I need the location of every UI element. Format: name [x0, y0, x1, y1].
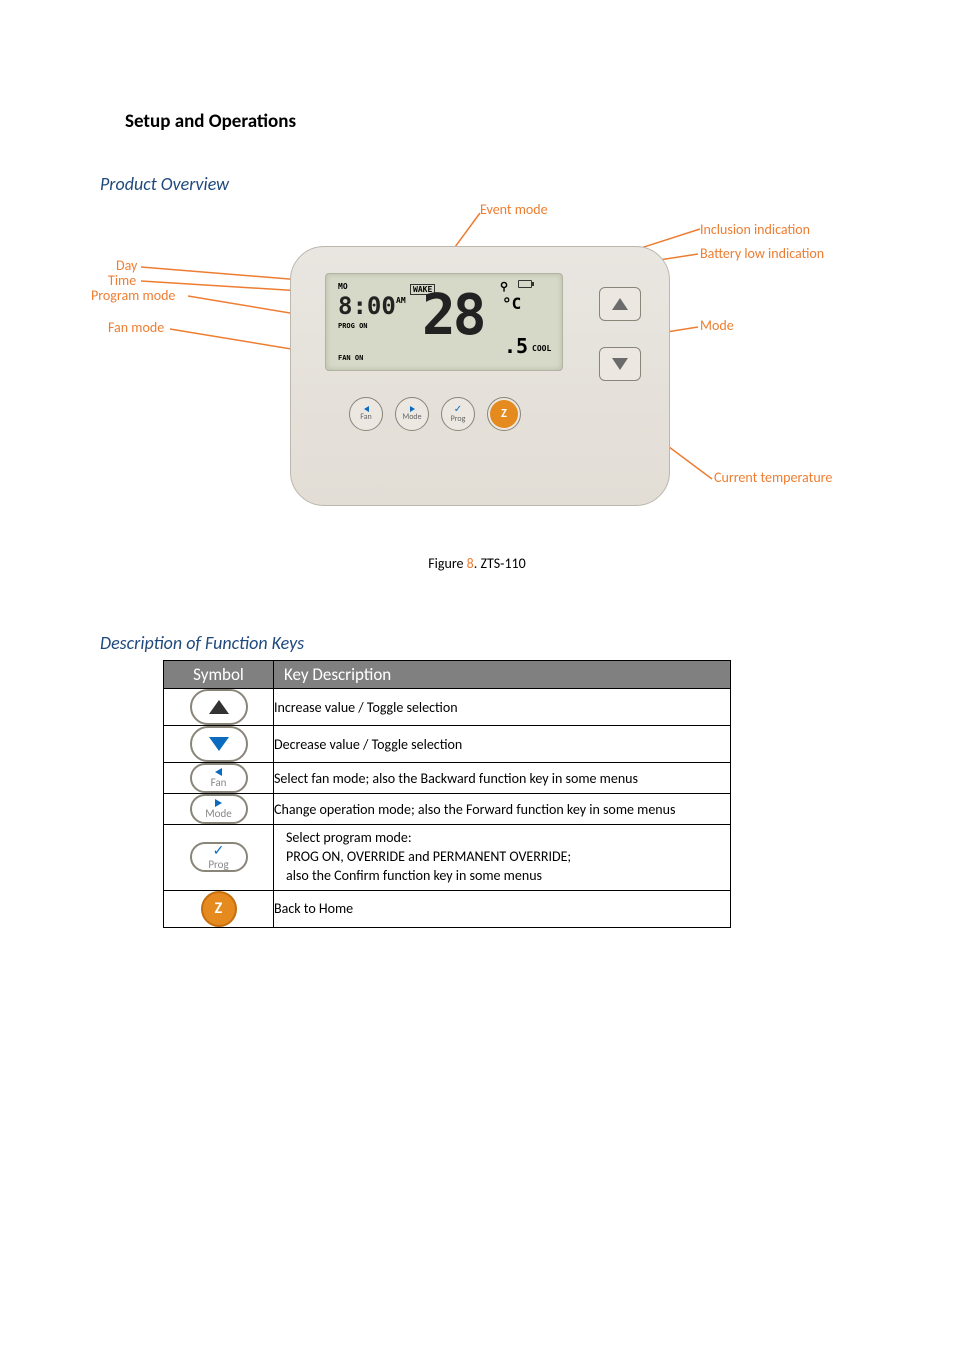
keys-heading: Description of Function Keys	[100, 632, 854, 654]
callout-inclusion: Inclusion indication	[700, 221, 810, 238]
section-heading: Setup and Operations	[125, 110, 854, 133]
symbol-up	[190, 689, 248, 725]
desc-prog: Select program mode: PROG ON, OVERRIDE a…	[274, 825, 731, 891]
triangle-left-icon	[215, 768, 222, 776]
figure-number: 8	[467, 555, 474, 572]
callout-current-temp: Current temperature	[714, 469, 832, 486]
desc-mode: Change operation mode; also the Forward …	[274, 794, 731, 825]
overview-heading: Product Overview	[100, 173, 854, 195]
symbol-home: Z	[201, 891, 237, 927]
desc-home: Back to Home	[274, 890, 731, 927]
symbol-prog-label: Prog	[208, 859, 228, 870]
symbol-fan-label: Fan	[211, 777, 227, 788]
function-keys-table: Symbol Key Description Increase value / …	[163, 660, 731, 928]
col-symbol: Symbol	[164, 661, 274, 689]
desc-up: Increase value / Toggle selection	[274, 689, 731, 726]
home-icon: Z	[490, 400, 518, 428]
lcd-ampm: AM	[396, 296, 406, 305]
figure-label-prefix: Figure	[428, 555, 466, 572]
figure-caption: Figure 8. ZTS-110	[100, 555, 854, 572]
prog-button[interactable]: ✓ Prog	[441, 397, 475, 431]
lcd-temperature: 28	[422, 288, 483, 344]
callout-event-mode: Event mode	[480, 201, 548, 218]
antenna-icon: ⚲	[500, 280, 508, 293]
desc-prog-l1: Select program mode:	[286, 829, 412, 846]
symbol-down	[190, 726, 248, 762]
product-overview-figure: Event mode Inclusion indication Battery …	[80, 201, 850, 551]
symbol-mode-label: Mode	[205, 808, 231, 819]
lcd-screen: MO 8:00 AM WAKE PROG ON FAN ON 28 °C .5 …	[325, 273, 563, 371]
symbol-prog: ✓Prog	[190, 842, 248, 872]
lcd-fan-on: FAN ON	[338, 354, 363, 362]
prog-button-label: Prog	[451, 414, 466, 424]
home-button[interactable]: Z	[487, 397, 521, 431]
lcd-prog-on: PROG ON	[338, 322, 368, 330]
callout-fan-mode: Fan mode	[108, 319, 164, 336]
mode-button[interactable]: Mode	[395, 397, 429, 431]
fan-button[interactable]: Fan	[349, 397, 383, 431]
symbol-mode: Mode	[190, 794, 248, 824]
lcd-day: MO	[338, 282, 348, 291]
lcd-cool: COOL	[532, 344, 551, 353]
figure-caption-text: . ZTS-110	[474, 555, 526, 572]
lcd-time: 8:00	[338, 292, 396, 320]
desc-fan: Select fan mode; also the Backward funct…	[274, 763, 731, 794]
symbol-fan: Fan	[190, 763, 248, 793]
lcd-unit: °C	[502, 294, 521, 313]
callout-mode: Mode	[700, 317, 734, 334]
battery-icon	[518, 280, 532, 288]
triangle-up-icon	[209, 700, 229, 714]
down-button[interactable]	[599, 347, 641, 381]
check-icon: ✓	[454, 404, 462, 414]
mode-button-label: Mode	[402, 412, 421, 422]
col-desc: Key Description	[274, 661, 731, 689]
desc-prog-l3: also the Confirm function key in some me…	[286, 867, 542, 884]
callout-program-mode: Program mode	[91, 287, 175, 304]
triangle-down-icon	[209, 737, 229, 751]
desc-prog-l2: PROG ON, OVERRIDE and PERMANENT OVERRIDE…	[286, 848, 571, 865]
fan-button-label: Fan	[360, 412, 372, 422]
desc-down: Decrease value / Toggle selection	[274, 726, 731, 763]
lcd-setpoint: .5	[504, 334, 528, 358]
up-button[interactable]	[599, 287, 641, 321]
check-icon: ✓	[213, 844, 225, 858]
triangle-right-icon	[215, 799, 222, 807]
thermostat-device: MO 8:00 AM WAKE PROG ON FAN ON 28 °C .5 …	[290, 246, 670, 506]
callout-battery-low: Battery low indication	[700, 245, 824, 262]
